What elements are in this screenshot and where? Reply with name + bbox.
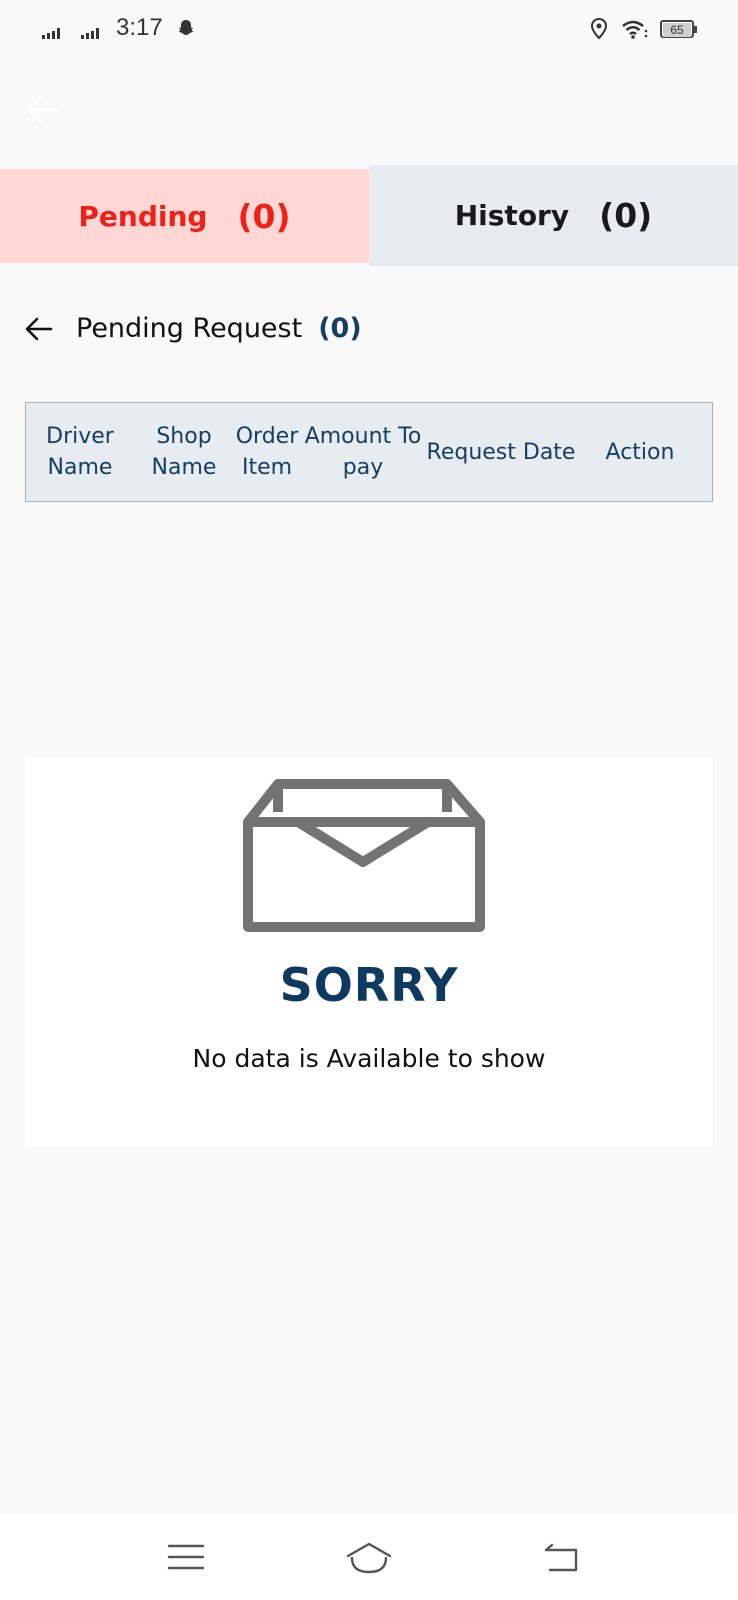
back-icon[interactable] (540, 1540, 584, 1574)
column-label: Name (151, 455, 217, 480)
tab-pending-count: (0) (237, 196, 291, 236)
tab-pending-label: Pending (78, 199, 208, 233)
table-header: Driver Name Shop Name Order Item Amount To p… (25, 402, 713, 502)
menu-icon[interactable] (166, 1540, 206, 1574)
navigation-bar (0, 1514, 738, 1600)
empty-state-card: SORRY No data is Available to show (25, 758, 713, 1146)
location-icon (590, 18, 608, 40)
column-order-item: Order Item (232, 403, 302, 501)
column-label: Request Date (426, 439, 576, 465)
column-action: Action (590, 403, 690, 501)
empty-state-title: SORRY (279, 958, 459, 1012)
signal-icon (81, 27, 99, 39)
column-request-date: Request Date (426, 403, 576, 501)
wifi-icon (622, 20, 648, 39)
column-label: Item (241, 455, 293, 480)
status-time: 3:17 (116, 14, 163, 41)
column-label: Driver (46, 424, 114, 449)
column-label: Name (47, 455, 113, 480)
section-title: Pending Request (76, 313, 303, 344)
status-bar: 3:17 65 (0, 0, 738, 60)
snapchat-ghost-icon (178, 20, 194, 35)
battery-icon: 65 (660, 20, 697, 38)
tab-history[interactable]: History (0) (369, 165, 738, 266)
column-label: Order (235, 424, 299, 449)
tab-history-label: History (454, 199, 570, 232)
arrow-left-icon[interactable] (24, 314, 54, 344)
column-label: Action (605, 439, 675, 465)
tab-history-count: (0) (599, 196, 653, 235)
battery-level: 65 (663, 23, 691, 37)
column-label: Shop (156, 424, 212, 449)
column-label: Amount To (304, 424, 422, 449)
empty-state-message: No data is Available to show (192, 1044, 546, 1073)
signal-icon (42, 27, 60, 39)
home-icon[interactable] (344, 1540, 394, 1576)
section-header: Pending Request (0) (24, 313, 362, 344)
empty-box-icon (243, 779, 485, 932)
column-label: pay (342, 455, 384, 480)
arrow-left-icon[interactable] (24, 92, 60, 128)
column-driver-name: Driver Name (32, 403, 128, 501)
column-shop-name: Shop Name (138, 403, 230, 501)
tab-pending[interactable]: Pending (0) (0, 169, 369, 263)
section-count: (0) (318, 313, 362, 344)
column-amount-to-pay: Amount To pay (304, 403, 422, 501)
